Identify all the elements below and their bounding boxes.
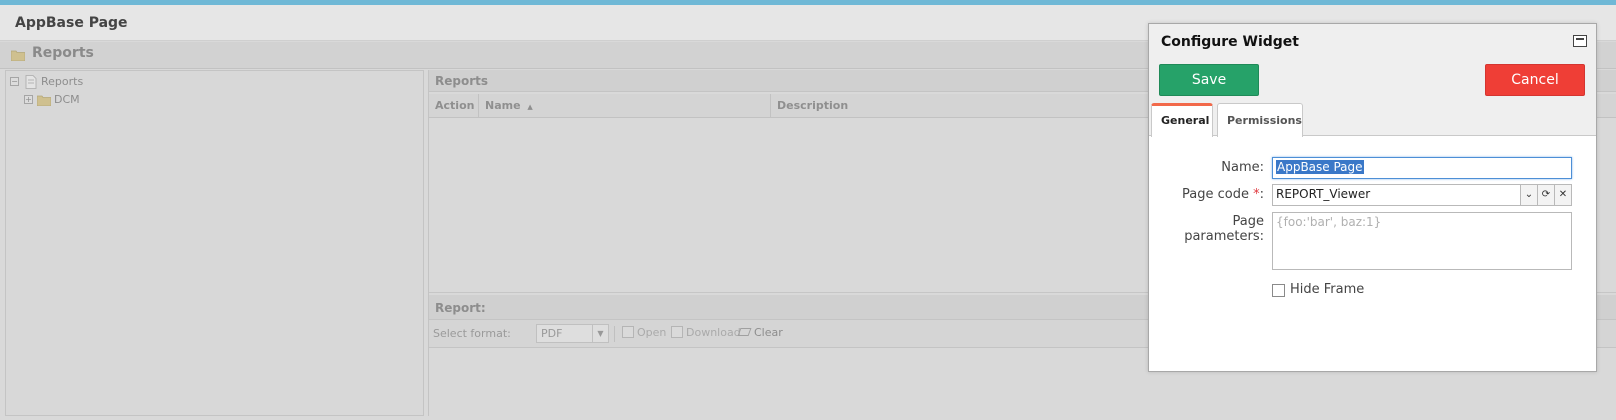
tab-permissions[interactable]: Permissions [1217, 103, 1303, 137]
label-colon: : [1259, 187, 1264, 202]
page-code-value: REPORT_Viewer [1276, 187, 1371, 201]
tree-node-dcm[interactable]: + DCM [24, 93, 224, 107]
folder-icon [10, 49, 26, 64]
toolbar-separator [614, 326, 615, 342]
clear-icon[interactable]: ✕ [1554, 185, 1571, 205]
page-parameters-label-line2: parameters: [1184, 229, 1264, 244]
format-select-value: PDF [541, 327, 563, 340]
folder-icon [36, 94, 52, 109]
save-button[interactable]: Save [1159, 64, 1259, 96]
app-title: AppBase Page [15, 15, 128, 31]
name-input[interactable]: AppBase Page [1272, 157, 1572, 179]
open-icon [622, 326, 634, 338]
configure-widget-dialog: Configure Widget Save Cancel General Per… [1148, 23, 1597, 372]
page-parameters-label-line1: Page [1232, 214, 1264, 229]
document-icon [25, 75, 37, 92]
eraser-icon [737, 328, 752, 336]
column-header-name[interactable]: Name ▲ [479, 94, 771, 118]
collapse-icon[interactable]: − [10, 77, 19, 86]
clear-label: Clear [754, 326, 783, 339]
select-format-label: Select format: [433, 327, 511, 340]
tab-general[interactable]: General [1151, 103, 1213, 137]
page-code-combobox[interactable]: REPORT_Viewer ⌄ ⟳ ✕ [1272, 184, 1572, 206]
download-button[interactable]: Download [671, 326, 741, 339]
maximize-icon[interactable] [1573, 35, 1587, 47]
tree-node-label: DCM [54, 93, 80, 106]
expand-icon[interactable]: + [24, 95, 33, 104]
page-parameters-placeholder: {foo:'bar', baz:1} [1276, 215, 1382, 229]
tree-node-reports[interactable]: − Reports [10, 75, 210, 89]
hide-frame-label[interactable]: Hide Frame [1290, 282, 1364, 297]
download-icon [671, 326, 683, 338]
panel-title: Reports [32, 45, 94, 61]
dialog-header: Configure Widget Save Cancel [1149, 24, 1596, 103]
page-code-label-text: Page code [1182, 187, 1254, 202]
page-parameters-label: Page parameters: [1149, 214, 1264, 244]
open-label: Open [637, 326, 667, 339]
dialog-tabs: General Permissions [1149, 103, 1596, 137]
chevron-down-icon[interactable]: ⌄ [1520, 185, 1537, 205]
sort-ascending-icon: ▲ [527, 103, 533, 111]
page-parameters-textarea[interactable]: {foo:'bar', baz:1} [1272, 212, 1572, 270]
refresh-icon[interactable]: ⟳ [1537, 185, 1554, 205]
download-label: Download [686, 326, 741, 339]
page-code-label: Page code *: [1149, 187, 1264, 202]
clear-button[interactable]: Clear [737, 326, 783, 339]
general-form: Name: AppBase Page Page code *: REPORT_V… [1149, 142, 1596, 370]
open-button[interactable]: Open [622, 326, 666, 339]
tree-node-label: Reports [41, 75, 84, 88]
column-header-action[interactable]: Action [429, 94, 479, 118]
cancel-button[interactable]: Cancel [1485, 64, 1585, 96]
chevron-down-icon: ▼ [592, 325, 608, 342]
format-select[interactable]: PDF ▼ [536, 324, 609, 343]
column-header-label: Name [485, 99, 521, 112]
name-label: Name: [1221, 160, 1264, 175]
dialog-title: Configure Widget [1161, 34, 1299, 50]
hide-frame-checkbox[interactable] [1272, 284, 1285, 297]
tree-panel: − Reports + DCM [5, 70, 424, 416]
name-input-value: AppBase Page [1276, 160, 1364, 174]
